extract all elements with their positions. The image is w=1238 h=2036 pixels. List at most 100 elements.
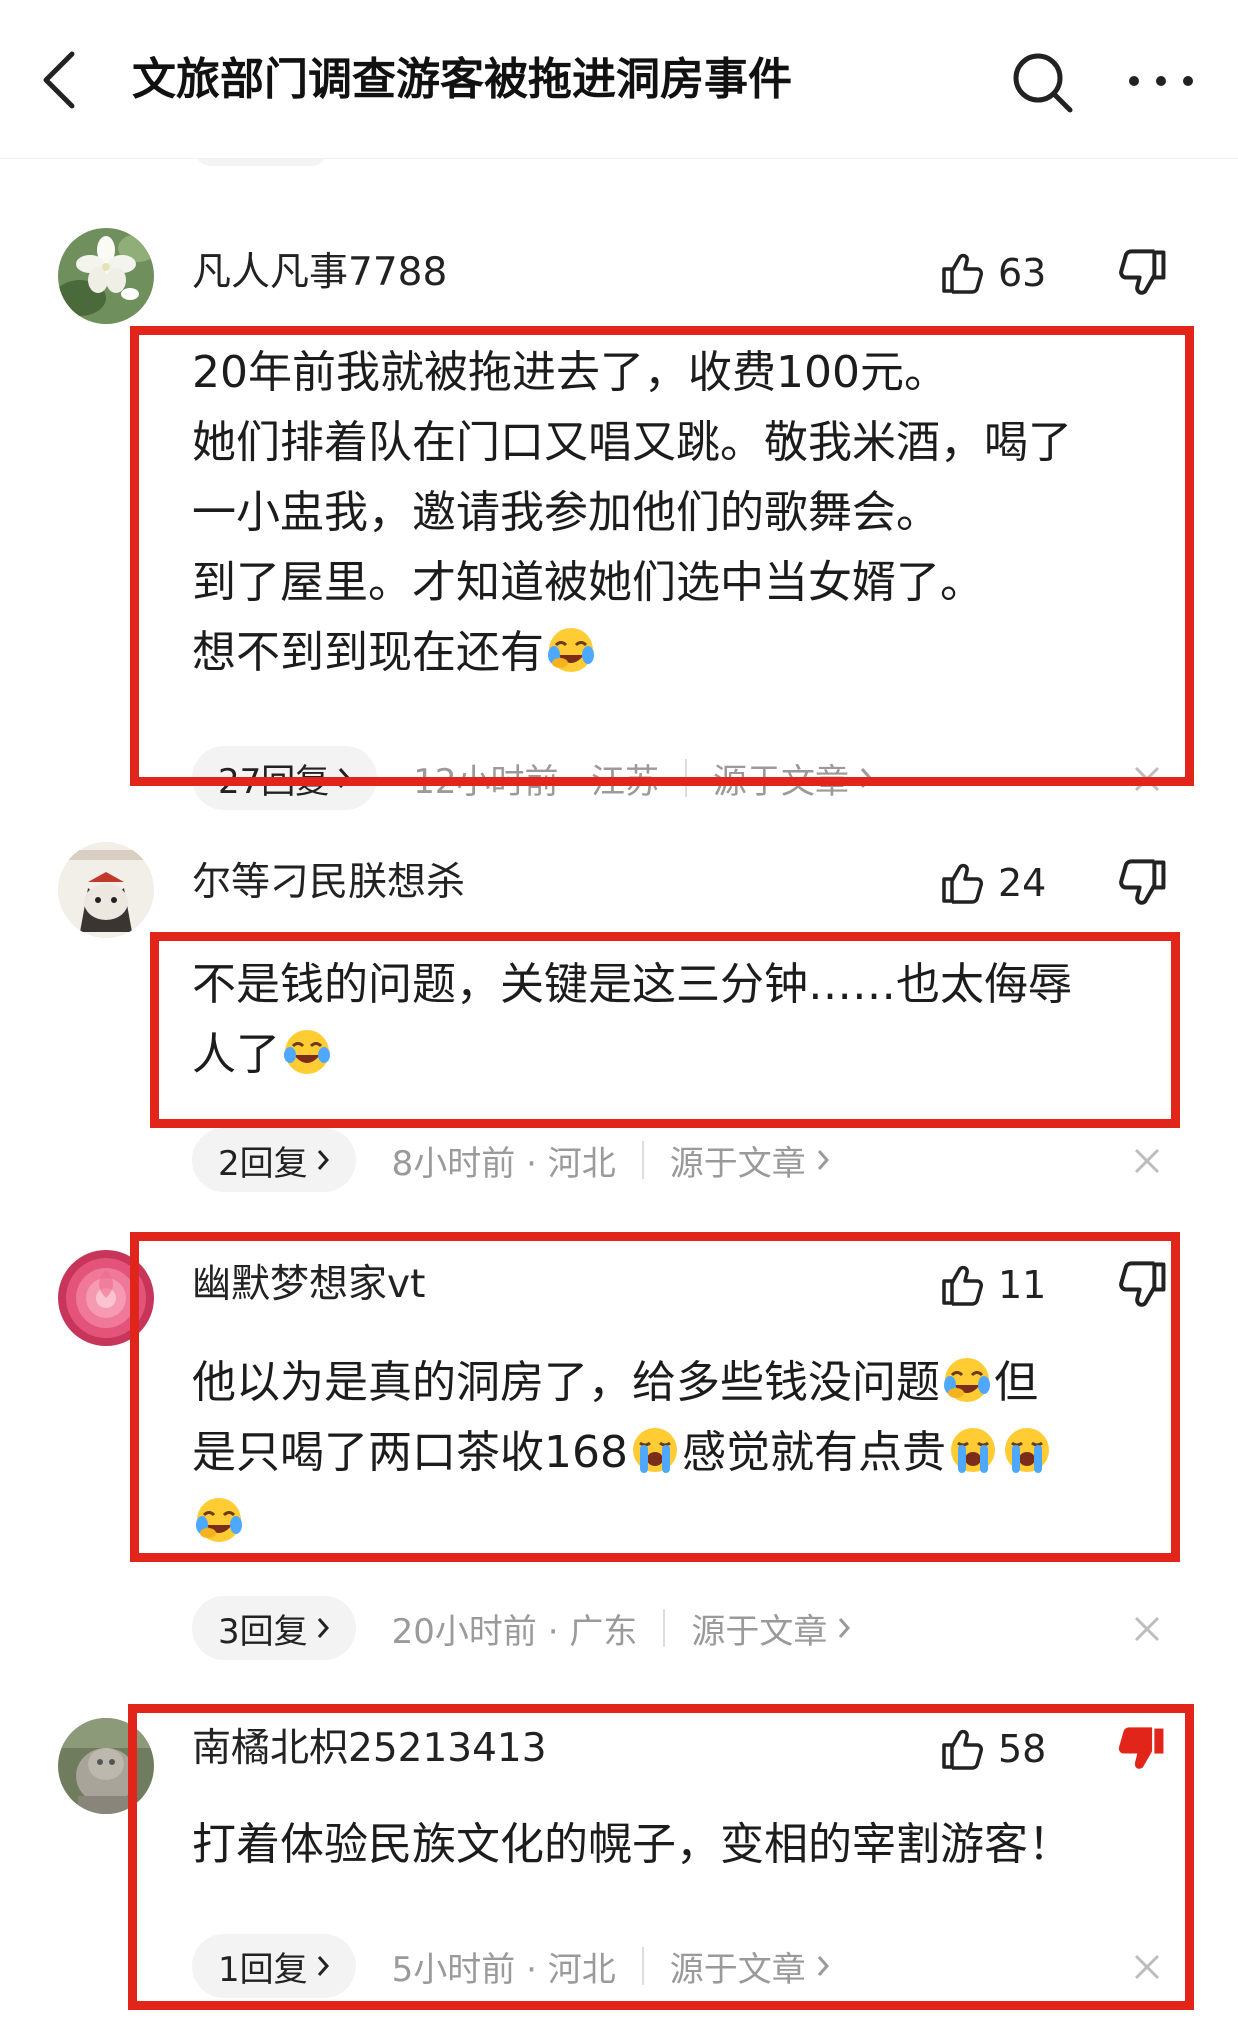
thumbs-down-filled-icon — [1118, 1727, 1164, 1769]
dislike-button[interactable] — [1118, 1260, 1168, 1310]
comment-line: 人了 — [192, 1020, 1172, 1090]
like-button[interactable]: 11 — [940, 1258, 1046, 1312]
close-icon[interactable] — [1132, 1614, 1162, 1644]
thumbs-up-icon — [942, 863, 983, 904]
username[interactable]: 凡人凡事7788 — [192, 246, 447, 300]
comment-line-text: 但 — [994, 1357, 1038, 1408]
avatar[interactable] — [58, 228, 154, 324]
comment-meta: 2回复 8小时前 · 河北 源于文章 — [192, 1128, 830, 1192]
dislike-button[interactable] — [1118, 248, 1168, 298]
thumbs-down-icon — [1119, 249, 1166, 295]
reply-count: 1回复 — [218, 1949, 308, 1990]
page-title: 文旅部门调查游客被拖进洞房事件 — [132, 54, 792, 105]
comment-line: 想不到到现在还有 — [192, 618, 1172, 688]
like-button[interactable]: 58 — [940, 1722, 1046, 1776]
source-label: 源于文章 — [669, 1143, 806, 1184]
source-article-link[interactable]: 源于文章 — [713, 754, 873, 803]
reply-count: 27回复 — [218, 761, 330, 802]
reply-count-button[interactable]: 2回复 — [192, 1128, 356, 1192]
chevron-right-icon — [317, 1150, 329, 1170]
thumbs-down-icon — [1119, 1261, 1166, 1307]
time-location: 20小时前 · 广东 — [391, 1611, 638, 1652]
chevron-right-icon — [817, 1150, 829, 1170]
comment-text: 他以为是真的洞房了，给多些钱没问题 但 是只喝了两口茶收168 感觉就有点贵 — [192, 1348, 1172, 1558]
loudly-crying-emoji-icon — [1004, 1428, 1049, 1473]
loudly-crying-emoji-icon — [632, 1428, 677, 1473]
more-dots-icon — [1129, 76, 1193, 86]
reply-count: 3回复 — [218, 1611, 308, 1652]
source-label: 源于文章 — [712, 761, 849, 802]
comment-line-text: 想不到到现在还有 — [192, 627, 544, 678]
comment-line: 打着体验民族文化的幌子，变相的宰割游客！ — [192, 1819, 1072, 1870]
time-location: 5小时前 · 河北 — [391, 1949, 616, 1990]
close-icon[interactable] — [1132, 764, 1162, 794]
comment-line-text: 人了 — [192, 1029, 280, 1080]
meta-divider — [663, 1609, 666, 1647]
like-count: 11 — [998, 1263, 1047, 1307]
time-location: 8小时前 · 河北 — [391, 1143, 616, 1184]
sobbing-laugh-emoji-icon — [944, 1358, 990, 1402]
username[interactable]: 南橘北枳25213413 — [192, 1722, 547, 1776]
source-label: 源于文章 — [669, 1949, 806, 1990]
thumbs-up-icon — [942, 1265, 983, 1306]
comment-line: 是只喝了两口茶收168 感觉就有点贵 — [192, 1418, 1172, 1488]
chevron-right-icon — [339, 768, 351, 788]
like-button[interactable]: 24 — [940, 856, 1046, 910]
comment-line: 一小盅我，邀请我参加他们的歌舞会。 — [192, 487, 940, 538]
reply-count-button[interactable]: 1回复 — [192, 1934, 356, 1998]
chevron-right-icon — [317, 1618, 329, 1638]
chevron-left-icon — [43, 51, 75, 109]
back-button[interactable] — [38, 48, 82, 112]
comment-meta: 3回复 20小时前 · 广东 源于文章 — [192, 1596, 851, 1660]
avatar[interactable] — [58, 1718, 154, 1814]
chevron-right-icon — [317, 1956, 329, 1976]
meta-divider — [641, 1947, 644, 1985]
comment-line: 不是钱的问题，关键是这三分钟……也太侮辱 — [192, 959, 1072, 1010]
reply-count-button[interactable]: 3回复 — [192, 1596, 356, 1660]
username[interactable]: 尔等刁民朕想杀 — [192, 856, 465, 910]
tears-of-joy-emoji-icon — [284, 1030, 330, 1074]
source-article-link[interactable]: 源于文章 — [670, 1136, 830, 1185]
comment-line: 他以为是真的洞房了，给多些钱没问题 但 — [192, 1348, 1172, 1418]
chevron-right-icon — [860, 768, 872, 788]
more-button[interactable] — [1126, 66, 1196, 96]
comment-line: 她们排着队在门口又唱又跳。敬我米酒，喝了 — [192, 417, 1072, 468]
avatar[interactable] — [58, 842, 154, 938]
comment-line — [192, 1488, 1172, 1558]
sobbing-laugh-emoji-icon — [196, 1498, 242, 1542]
stone-lion-avatar-icon — [58, 1718, 154, 1814]
pink-rose-avatar-icon — [58, 1250, 154, 1346]
dislike-button-active[interactable] — [1118, 1724, 1168, 1774]
time-location: 12小时前 · 江苏 — [413, 761, 659, 802]
meta-divider — [684, 759, 687, 797]
like-count: 58 — [998, 1727, 1047, 1771]
comment-line: 20年前我就被拖进去了，收费100元。 — [192, 347, 948, 398]
username[interactable]: 幽默梦想家vt — [192, 1258, 425, 1312]
reply-count-button[interactable]: 27回复 — [192, 746, 378, 810]
meta-divider — [641, 1141, 644, 1179]
source-article-link[interactable]: 源于文章 — [670, 1942, 830, 1991]
thumbs-up-icon — [942, 253, 983, 294]
thumbs-up-icon — [942, 1729, 983, 1770]
comment-text: 不是钱的问题，关键是这三分钟……也太侮辱 人了 — [192, 950, 1172, 1090]
source-label: 源于文章 — [691, 1611, 828, 1652]
dislike-button[interactable] — [1118, 858, 1168, 908]
source-article-link[interactable]: 源于文章 — [691, 1604, 851, 1653]
close-icon[interactable] — [1132, 1146, 1162, 1176]
like-button[interactable]: 63 — [940, 246, 1046, 300]
close-icon[interactable] — [1132, 1952, 1162, 1982]
search-button[interactable] — [1010, 50, 1074, 114]
chevron-right-icon — [817, 1956, 829, 1976]
avatar[interactable] — [58, 1250, 154, 1346]
comment-line-text: 感觉就有点贵 — [681, 1427, 946, 1478]
comment-text: 打着体验民族文化的幌子，变相的宰割游客！ — [192, 1810, 1172, 1880]
top-navigation-bar: 文旅部门调查游客被拖进洞房事件 — [0, 0, 1238, 159]
chevron-right-icon — [839, 1618, 851, 1638]
comment-meta: 27回复 12小时前 · 江苏 源于文章 — [192, 746, 873, 810]
like-count: 24 — [998, 861, 1047, 905]
comment-line: 到了屋里。才知道被她们选中当女婿了。 — [192, 557, 984, 608]
jasmine-flower-avatar-icon — [58, 228, 154, 324]
reply-count: 2回复 — [218, 1143, 308, 1184]
sobbing-laugh-emoji-icon — [548, 628, 594, 672]
cat-avatar-icon — [58, 842, 154, 938]
